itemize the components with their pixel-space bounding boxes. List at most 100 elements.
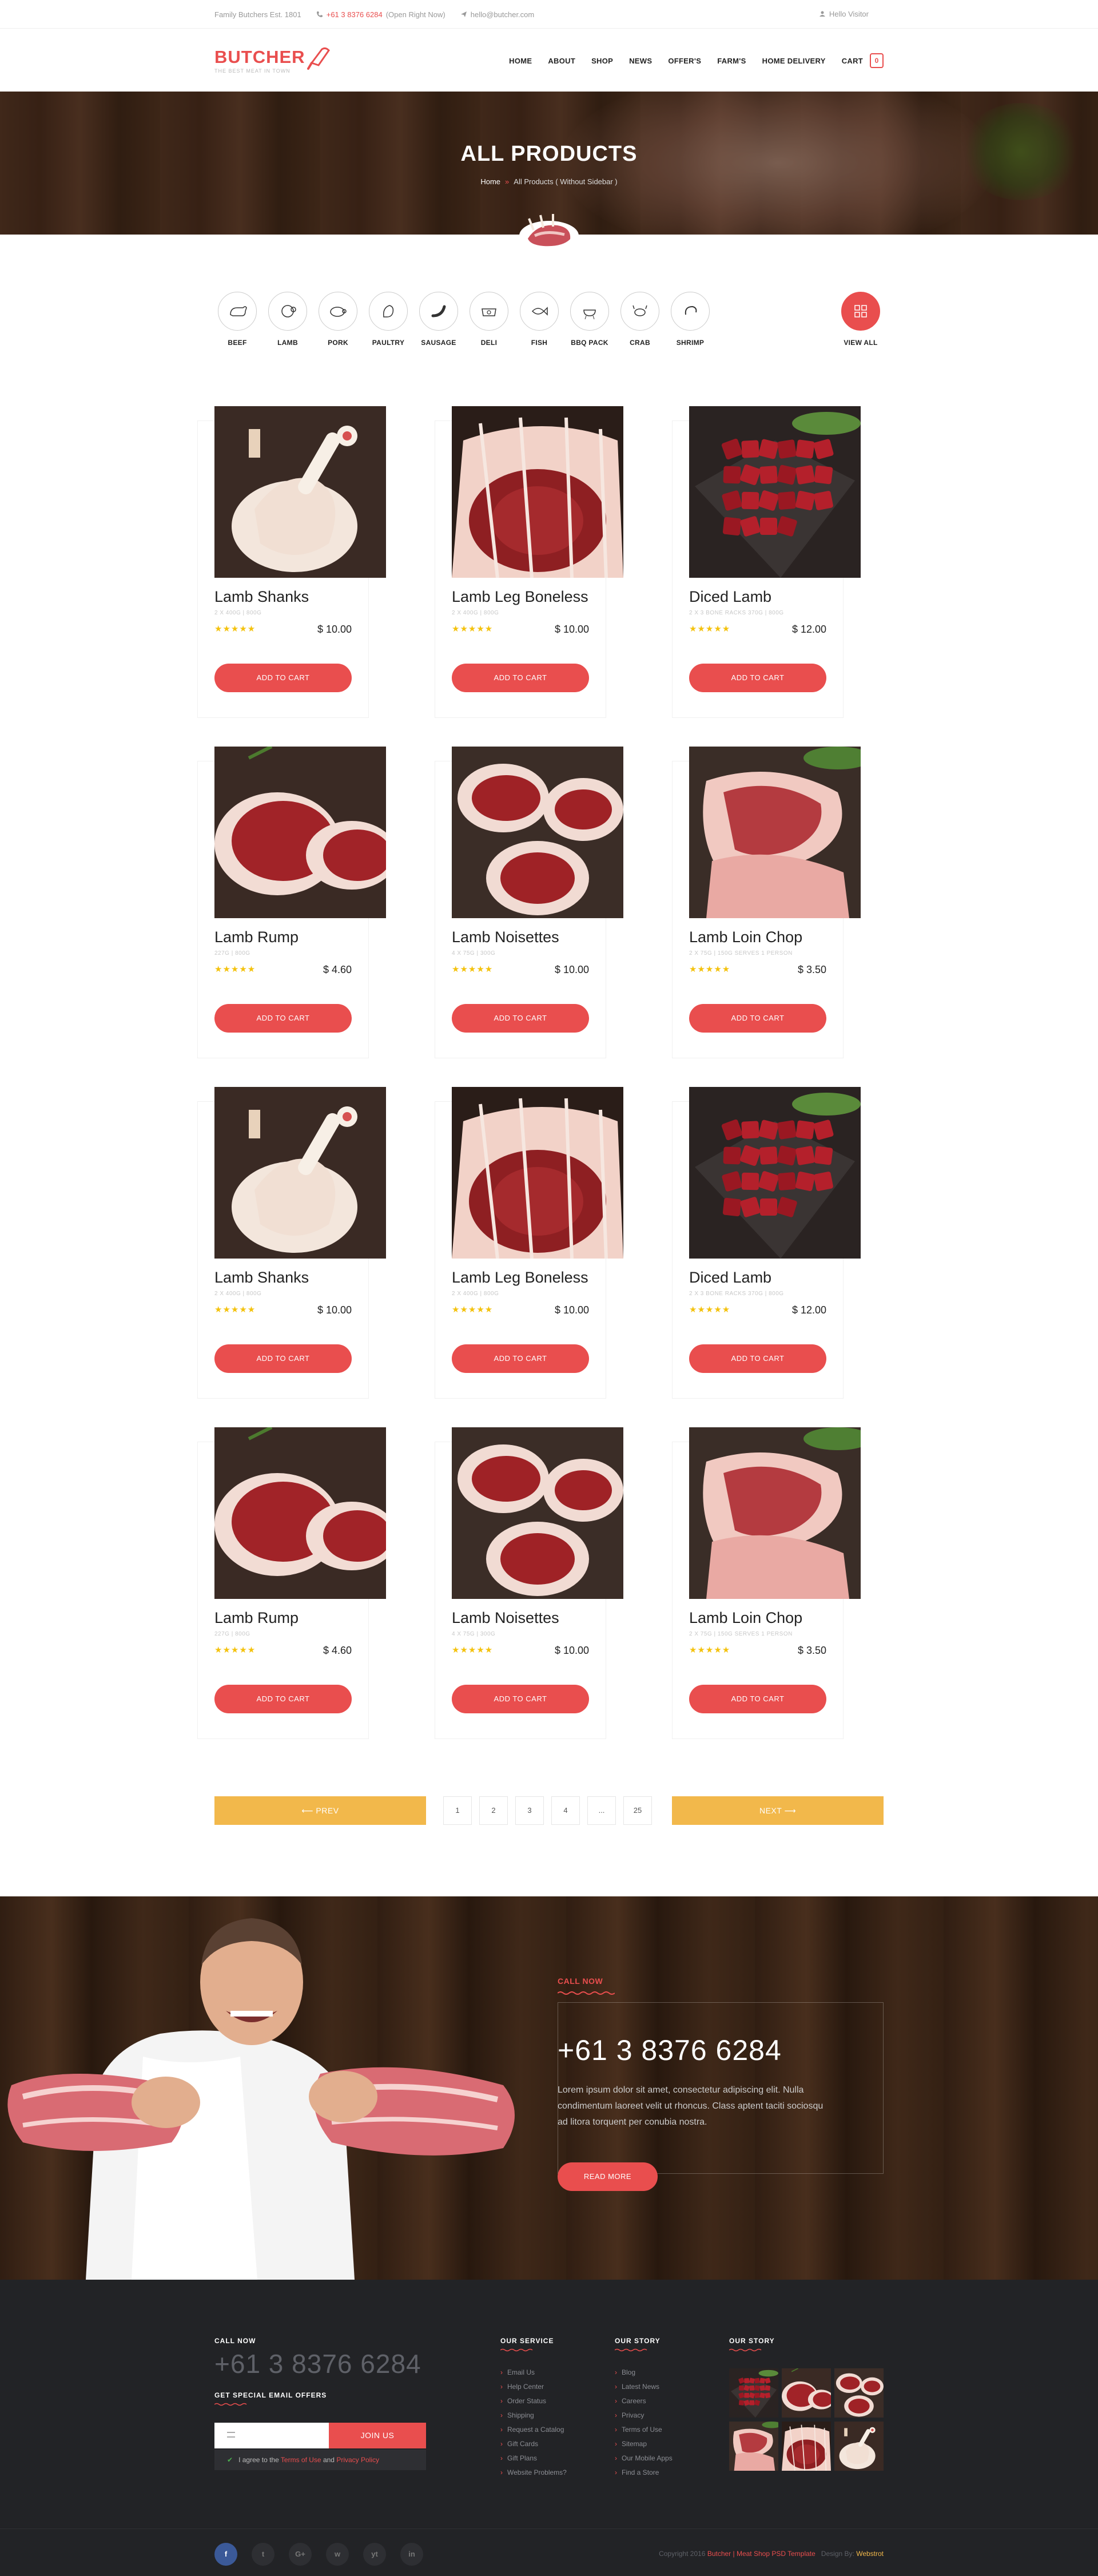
designer-link[interactable]: Webstrot bbox=[856, 2550, 884, 2558]
twitter-icon[interactable]: t bbox=[252, 2543, 274, 2566]
read-more-button[interactable]: READ MORE bbox=[558, 2162, 658, 2191]
add-to-cart-button[interactable]: ADD TO CART bbox=[214, 1004, 352, 1033]
category-shrimp[interactable]: SHRIMP bbox=[667, 292, 713, 347]
product-image[interactable] bbox=[689, 1087, 861, 1259]
gallery-thumbnail[interactable] bbox=[729, 2422, 778, 2471]
product-image[interactable] bbox=[452, 1427, 623, 1599]
add-to-cart-button[interactable]: ADD TO CART bbox=[689, 1004, 826, 1033]
product-image[interactable] bbox=[452, 406, 623, 578]
category-view-all[interactable]: VIEW ALL bbox=[838, 292, 884, 347]
category-deli[interactable]: DELI bbox=[466, 292, 512, 347]
breadcrumb-home[interactable]: Home bbox=[480, 177, 500, 186]
whatsapp-icon[interactable]: w bbox=[326, 2543, 349, 2566]
product-image[interactable] bbox=[689, 747, 861, 918]
page-4[interactable]: 4 bbox=[551, 1796, 580, 1825]
product-name[interactable]: Lamb Noisettes bbox=[452, 1609, 559, 1627]
footer-link[interactable]: Gift Plans bbox=[500, 2454, 567, 2468]
template-link[interactable]: Butcher | Meat Shop PSD Template bbox=[707, 2550, 815, 2558]
email-field[interactable] bbox=[214, 2423, 329, 2448]
google-plus-icon[interactable]: G+ bbox=[289, 2543, 312, 2566]
next-button[interactable]: NEXT ⟶ bbox=[672, 1796, 884, 1825]
product-card[interactable]: Lamb Loin Chop 2 X 75G | 150G SERVES 1 PE… bbox=[666, 1427, 861, 1739]
nav-offers[interactable]: OFFER'S bbox=[668, 57, 701, 65]
product-card[interactable]: Lamb Rump 227G | 800G ★★★★★ $ 4.60 ADD TO CA… bbox=[192, 1427, 386, 1739]
product-name[interactable]: Lamb Rump bbox=[214, 928, 299, 946]
nav-about[interactable]: ABOUT bbox=[548, 57, 575, 65]
gallery-thumbnail[interactable] bbox=[782, 2368, 831, 2418]
product-name[interactable]: Lamb Loin Chop bbox=[689, 1609, 802, 1627]
add-to-cart-button[interactable]: ADD TO CART bbox=[452, 1344, 589, 1373]
footer-link[interactable]: Website Problems? bbox=[500, 2468, 567, 2483]
add-to-cart-button[interactable]: ADD TO CART bbox=[452, 1685, 589, 1713]
product-card[interactable]: Lamb Noisettes 4 X 75G | 300G ★★★★★ $ 10.00… bbox=[429, 1427, 623, 1739]
product-name[interactable]: Lamb Shanks bbox=[214, 1269, 309, 1287]
nav-cart[interactable]: CART bbox=[842, 57, 863, 65]
gallery-thumbnail[interactable] bbox=[729, 2368, 778, 2418]
product-image[interactable] bbox=[214, 1087, 386, 1259]
page-2[interactable]: 2 bbox=[479, 1796, 508, 1825]
footer-link[interactable]: Gift Cards bbox=[500, 2440, 567, 2454]
nav-home-delivery[interactable]: HOME DELIVERY bbox=[762, 57, 826, 65]
product-name[interactable]: Lamb Shanks bbox=[214, 588, 309, 606]
add-to-cart-button[interactable]: ADD TO CART bbox=[214, 1685, 352, 1713]
cart-bag-icon[interactable]: 0 bbox=[870, 53, 884, 68]
product-name[interactable]: Lamb Noisettes bbox=[452, 928, 559, 946]
agree-checkbox[interactable]: ✔ I agree to the Terms of Use and Privacy… bbox=[214, 2450, 426, 2470]
product-card[interactable]: Lamb Shanks 2 X 400G | 800G ★★★★★ $ 10.00 AD… bbox=[192, 406, 386, 718]
add-to-cart-button[interactable]: ADD TO CART bbox=[214, 1344, 352, 1373]
product-image[interactable] bbox=[452, 1087, 623, 1259]
footer-link[interactable]: Email Us bbox=[500, 2368, 567, 2383]
product-card[interactable]: Diced Lamb 2 X 3 BONE RACKS 370G | 800G ★★… bbox=[666, 1087, 861, 1399]
product-image[interactable] bbox=[689, 1427, 861, 1599]
footer-link[interactable]: Blog bbox=[615, 2368, 673, 2383]
product-name[interactable]: Lamb Loin Chop bbox=[689, 928, 802, 946]
add-to-cart-button[interactable]: ADD TO CART bbox=[452, 664, 589, 692]
terms-link[interactable]: Terms of Use bbox=[281, 2456, 321, 2464]
footer-link[interactable]: Sitemap bbox=[615, 2440, 673, 2454]
product-image[interactable] bbox=[689, 406, 861, 578]
add-to-cart-button[interactable]: ADD TO CART bbox=[689, 1344, 826, 1373]
footer-link[interactable]: Latest News bbox=[615, 2383, 673, 2397]
gallery-thumbnail[interactable] bbox=[782, 2422, 831, 2471]
product-image[interactable] bbox=[452, 747, 623, 918]
page-25[interactable]: 25 bbox=[623, 1796, 652, 1825]
nav-farms[interactable]: FARM'S bbox=[717, 57, 746, 65]
product-card[interactable]: Diced Lamb 2 X 3 BONE RACKS 370G | 800G ★★… bbox=[666, 406, 861, 718]
category-bbq-pack[interactable]: BBQ PACK bbox=[567, 292, 612, 347]
add-to-cart-button[interactable]: ADD TO CART bbox=[689, 1685, 826, 1713]
footer-link[interactable]: Help Center bbox=[500, 2383, 567, 2397]
add-to-cart-button[interactable]: ADD TO CART bbox=[452, 1004, 589, 1033]
add-to-cart-button[interactable]: ADD TO CART bbox=[214, 664, 352, 692]
footer-link[interactable]: Terms of Use bbox=[615, 2426, 673, 2440]
prev-button[interactable]: ⟵ PREV bbox=[214, 1796, 426, 1825]
category-lamb[interactable]: LAMB bbox=[265, 292, 311, 347]
category-crab[interactable]: CRAB bbox=[617, 292, 663, 347]
footer-link[interactable]: Order Status bbox=[500, 2397, 567, 2411]
footer-link[interactable]: Find a Store bbox=[615, 2468, 673, 2483]
category-sausage[interactable]: SAUSAGE bbox=[416, 292, 462, 347]
page-1[interactable]: 1 bbox=[443, 1796, 472, 1825]
footer-link[interactable]: Our Mobile Apps bbox=[615, 2454, 673, 2468]
category-fish[interactable]: FISH bbox=[516, 292, 562, 347]
topbar-email[interactable]: hello@butcher.com bbox=[471, 10, 534, 19]
category-beef[interactable]: BEEF bbox=[214, 292, 260, 347]
nav-news[interactable]: NEWS bbox=[629, 57, 652, 65]
footer-link[interactable]: Request a Catalog bbox=[500, 2426, 567, 2440]
product-card[interactable]: Lamb Noisettes 4 X 75G | 300G ★★★★★ $ 10.00… bbox=[429, 747, 623, 1058]
logo[interactable]: BUTCHER THE BEST MEAT IN TOWN bbox=[214, 47, 330, 74]
product-card[interactable]: Lamb Leg Boneless 2 X 400G | 800G ★★★★★ $ 1… bbox=[429, 1087, 623, 1399]
product-name[interactable]: Lamb Leg Boneless bbox=[452, 1269, 588, 1287]
join-us-button[interactable]: JOIN US bbox=[329, 2423, 426, 2448]
page-3[interactable]: 3 bbox=[515, 1796, 544, 1825]
privacy-link[interactable]: Privacy Policy bbox=[336, 2456, 379, 2464]
category-pork[interactable]: PORK bbox=[315, 292, 361, 347]
product-image[interactable] bbox=[214, 747, 386, 918]
category-paultry[interactable]: PAULTRY bbox=[365, 292, 411, 347]
product-name[interactable]: Lamb Leg Boneless bbox=[452, 588, 588, 606]
add-to-cart-button[interactable]: ADD TO CART bbox=[689, 664, 826, 692]
footer-link[interactable]: Privacy bbox=[615, 2411, 673, 2426]
product-name[interactable]: Diced Lamb bbox=[689, 588, 771, 606]
product-image[interactable] bbox=[214, 406, 386, 578]
product-image[interactable] bbox=[214, 1427, 386, 1599]
nav-home[interactable]: HOME bbox=[509, 57, 532, 65]
